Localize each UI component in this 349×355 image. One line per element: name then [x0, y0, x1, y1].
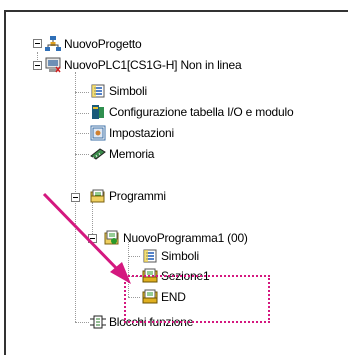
project-network-icon — [45, 36, 61, 52]
tree-node-label: NuovoPLC1[CS1G-H] Non in linea — [64, 58, 242, 72]
memory-icon — [90, 146, 106, 162]
tree-node-label: Impostazioni — [109, 126, 174, 140]
collapse-programs-toggle[interactable] — [71, 193, 80, 202]
tree-connector — [75, 133, 89, 134]
collapse-program-toggle[interactable] — [88, 234, 97, 243]
settings-icon — [90, 125, 106, 141]
tree-node-label: NuovoProgramma1 (00) — [123, 231, 248, 245]
tree-node-program[interactable]: NuovoProgramma1 (00) — [104, 229, 248, 247]
tree-node-label: Configurazione tabella I/O e modulo — [109, 105, 294, 119]
tree-node-project[interactable]: NuovoProgetto — [45, 35, 142, 53]
symbols-icon — [90, 83, 106, 99]
function-block-icon — [90, 314, 106, 330]
tree-node-program-symbols[interactable]: Simboli — [142, 247, 199, 265]
tree-node-label: Simboli — [109, 84, 147, 98]
tree-connector — [92, 202, 93, 238]
tree-node-plc[interactable]: NuovoPLC1[CS1G-H] Non in linea — [45, 56, 242, 74]
end-highlight-box — [124, 275, 270, 323]
tree-node-memory[interactable]: Memoria — [90, 145, 154, 163]
symbols-icon — [142, 248, 158, 264]
tree-connector — [75, 92, 89, 93]
tree-connector — [75, 113, 89, 114]
tree-connector — [75, 322, 89, 323]
tree-connector — [128, 256, 140, 257]
collapse-plc-toggle[interactable] — [33, 61, 42, 70]
collapse-project-toggle[interactable] — [33, 39, 42, 48]
tree-node-io-table[interactable]: Configurazione tabella I/O e modulo — [90, 103, 294, 121]
tree-node-label: Programmi — [109, 189, 166, 203]
tree-node-label: NuovoProgetto — [64, 37, 142, 51]
plc-icon — [45, 57, 61, 73]
tree-connector — [75, 154, 89, 155]
program-icon — [104, 230, 120, 246]
tree-node-symbols[interactable]: Simboli — [90, 82, 147, 100]
tree-node-programs[interactable]: Programmi — [90, 187, 166, 205]
tree-node-settings[interactable]: Impostazioni — [90, 124, 174, 142]
tree-node-label: Memoria — [109, 147, 155, 161]
io-table-icon — [90, 104, 106, 120]
tree-node-label: Simboli — [161, 249, 199, 263]
programs-icon — [90, 188, 106, 204]
